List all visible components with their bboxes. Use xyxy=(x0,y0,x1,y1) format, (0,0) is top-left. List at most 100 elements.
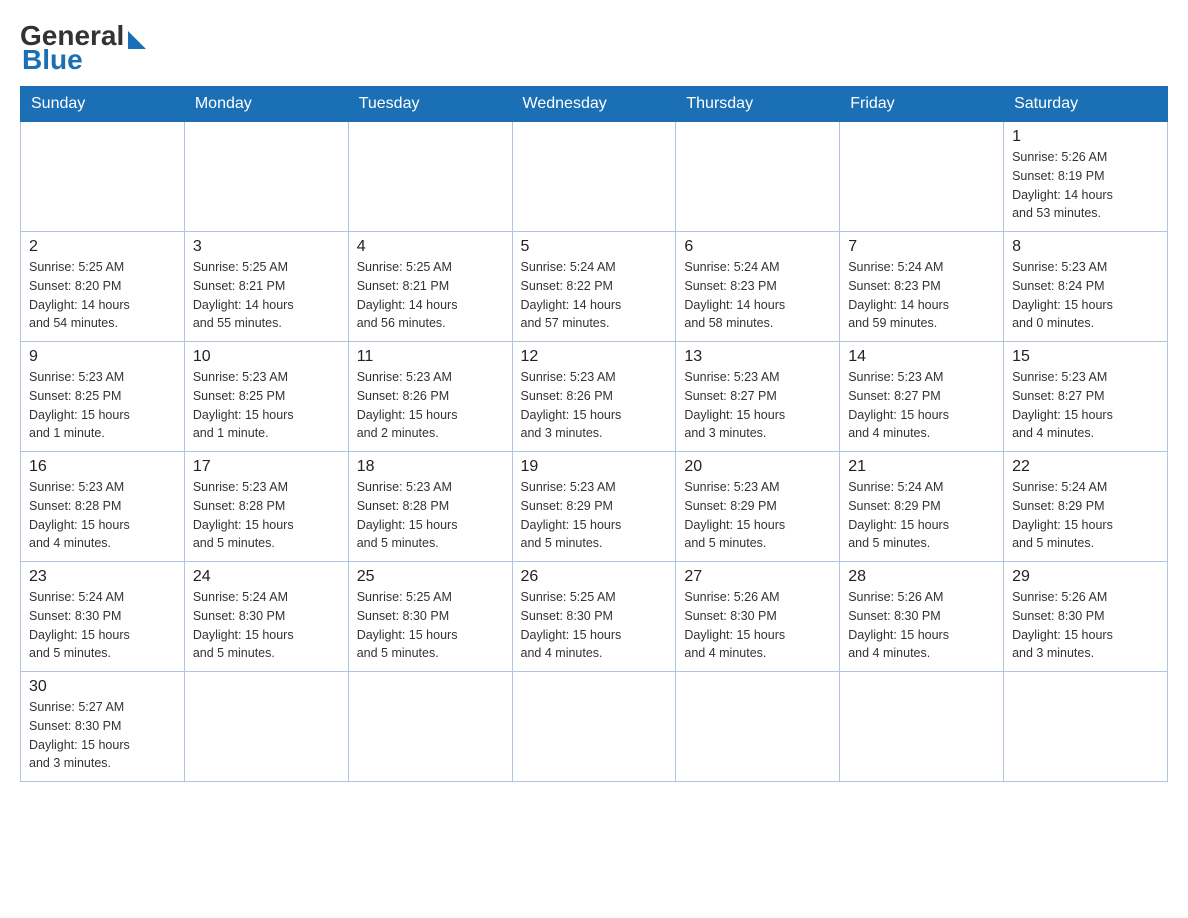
day-number: 6 xyxy=(684,238,831,256)
day-info: Sunrise: 5:24 AM Sunset: 8:30 PM Dayligh… xyxy=(193,588,340,663)
day-info: Sunrise: 5:25 AM Sunset: 8:30 PM Dayligh… xyxy=(357,588,504,663)
calendar-cell: 13 Sunrise: 5:23 AM Sunset: 8:27 PM Dayli… xyxy=(676,342,840,452)
calendar-cell: 24 Sunrise: 5:24 AM Sunset: 8:30 PM Dayli… xyxy=(184,562,348,672)
calendar-cell: 29Sunrise: 5:26 AM Sunset: 8:30 PM Dayli… xyxy=(1004,562,1168,672)
calendar-cell: 20 Sunrise: 5:23 AM Sunset: 8:29 PM Dayli… xyxy=(676,452,840,562)
day-number: 22 xyxy=(1012,458,1159,476)
day-number: 11 xyxy=(357,348,504,366)
weekday-header-saturday: Saturday xyxy=(1004,87,1168,122)
day-number: 7 xyxy=(848,238,995,256)
calendar-cell: 3 Sunrise: 5:25 AM Sunset: 8:21 PM Daylig… xyxy=(184,232,348,342)
calendar-cell xyxy=(1004,672,1168,782)
calendar-cell xyxy=(840,122,1004,232)
day-number: 30 xyxy=(29,678,176,696)
day-number: 3 xyxy=(193,238,340,256)
day-number: 19 xyxy=(521,458,668,476)
weekday-header-tuesday: Tuesday xyxy=(348,87,512,122)
day-info: Sunrise: 5:24 AM Sunset: 8:29 PM Dayligh… xyxy=(1012,478,1159,553)
day-number: 27 xyxy=(684,568,831,586)
day-number: 29 xyxy=(1012,568,1159,586)
day-number: 9 xyxy=(29,348,176,366)
day-number: 1 xyxy=(1012,128,1159,146)
calendar-cell: 23 Sunrise: 5:24 AM Sunset: 8:30 PM Dayli… xyxy=(21,562,185,672)
day-info: Sunrise: 5:24 AM Sunset: 8:22 PM Dayligh… xyxy=(521,258,668,333)
calendar-week-row: 9 Sunrise: 5:23 AM Sunset: 8:25 PM Daylig… xyxy=(21,342,1168,452)
calendar-cell: 11 Sunrise: 5:23 AM Sunset: 8:26 PM Dayli… xyxy=(348,342,512,452)
calendar-cell: 19Sunrise: 5:23 AM Sunset: 8:29 PM Dayli… xyxy=(512,452,676,562)
day-number: 4 xyxy=(357,238,504,256)
calendar-cell: 9 Sunrise: 5:23 AM Sunset: 8:25 PM Daylig… xyxy=(21,342,185,452)
logo: General Blue xyxy=(20,20,146,76)
calendar-cell xyxy=(676,122,840,232)
day-number: 25 xyxy=(357,568,504,586)
day-number: 14 xyxy=(848,348,995,366)
day-info: Sunrise: 5:24 AM Sunset: 8:29 PM Dayligh… xyxy=(848,478,995,553)
day-number: 23 xyxy=(29,568,176,586)
day-info: Sunrise: 5:23 AM Sunset: 8:27 PM Dayligh… xyxy=(684,368,831,443)
weekday-header-monday: Monday xyxy=(184,87,348,122)
calendar-cell xyxy=(348,672,512,782)
day-info: Sunrise: 5:23 AM Sunset: 8:25 PM Dayligh… xyxy=(29,368,176,443)
day-number: 12 xyxy=(521,348,668,366)
calendar-week-row: 2 Sunrise: 5:25 AM Sunset: 8:20 PM Daylig… xyxy=(21,232,1168,342)
day-number: 20 xyxy=(684,458,831,476)
day-info: Sunrise: 5:23 AM Sunset: 8:29 PM Dayligh… xyxy=(684,478,831,553)
calendar-table: SundayMondayTuesdayWednesdayThursdayFrid… xyxy=(20,86,1168,782)
calendar-cell: 5 Sunrise: 5:24 AM Sunset: 8:22 PM Daylig… xyxy=(512,232,676,342)
calendar-cell: 10Sunrise: 5:23 AM Sunset: 8:25 PM Dayli… xyxy=(184,342,348,452)
day-number: 28 xyxy=(848,568,995,586)
weekday-header-thursday: Thursday xyxy=(676,87,840,122)
day-number: 21 xyxy=(848,458,995,476)
day-info: Sunrise: 5:25 AM Sunset: 8:21 PM Dayligh… xyxy=(357,258,504,333)
day-number: 17 xyxy=(193,458,340,476)
day-number: 15 xyxy=(1012,348,1159,366)
day-info: Sunrise: 5:25 AM Sunset: 8:20 PM Dayligh… xyxy=(29,258,176,333)
calendar-cell xyxy=(512,672,676,782)
calendar-cell: 6Sunrise: 5:24 AM Sunset: 8:23 PM Daylig… xyxy=(676,232,840,342)
calendar-cell: 7 Sunrise: 5:24 AM Sunset: 8:23 PM Daylig… xyxy=(840,232,1004,342)
calendar-week-row: 16 Sunrise: 5:23 AM Sunset: 8:28 PM Dayli… xyxy=(21,452,1168,562)
day-info: Sunrise: 5:23 AM Sunset: 8:28 PM Dayligh… xyxy=(357,478,504,553)
calendar-cell: 1 Sunrise: 5:26 AM Sunset: 8:19 PM Daylig… xyxy=(1004,122,1168,232)
calendar-cell: 26Sunrise: 5:25 AM Sunset: 8:30 PM Dayli… xyxy=(512,562,676,672)
calendar-cell: 22 Sunrise: 5:24 AM Sunset: 8:29 PM Dayli… xyxy=(1004,452,1168,562)
weekday-header-friday: Friday xyxy=(840,87,1004,122)
day-info: Sunrise: 5:26 AM Sunset: 8:30 PM Dayligh… xyxy=(684,588,831,663)
calendar-cell: 17Sunrise: 5:23 AM Sunset: 8:28 PM Dayli… xyxy=(184,452,348,562)
day-info: Sunrise: 5:23 AM Sunset: 8:27 PM Dayligh… xyxy=(848,368,995,443)
day-info: Sunrise: 5:23 AM Sunset: 8:28 PM Dayligh… xyxy=(29,478,176,553)
calendar-cell: 21 Sunrise: 5:24 AM Sunset: 8:29 PM Dayli… xyxy=(840,452,1004,562)
calendar-week-row: 1 Sunrise: 5:26 AM Sunset: 8:19 PM Daylig… xyxy=(21,122,1168,232)
day-number: 13 xyxy=(684,348,831,366)
day-info: Sunrise: 5:23 AM Sunset: 8:26 PM Dayligh… xyxy=(521,368,668,443)
day-number: 2 xyxy=(29,238,176,256)
weekday-header-sunday: Sunday xyxy=(21,87,185,122)
calendar-cell: 18 Sunrise: 5:23 AM Sunset: 8:28 PM Dayli… xyxy=(348,452,512,562)
logo-blue-text: Blue xyxy=(22,44,83,76)
calendar-cell xyxy=(348,122,512,232)
calendar-cell: 12 Sunrise: 5:23 AM Sunset: 8:26 PM Dayli… xyxy=(512,342,676,452)
day-info: Sunrise: 5:25 AM Sunset: 8:21 PM Dayligh… xyxy=(193,258,340,333)
day-number: 24 xyxy=(193,568,340,586)
calendar-cell xyxy=(676,672,840,782)
day-info: Sunrise: 5:23 AM Sunset: 8:24 PM Dayligh… xyxy=(1012,258,1159,333)
day-info: Sunrise: 5:23 AM Sunset: 8:27 PM Dayligh… xyxy=(1012,368,1159,443)
weekday-header-wednesday: Wednesday xyxy=(512,87,676,122)
calendar-cell: 15 Sunrise: 5:23 AM Sunset: 8:27 PM Dayli… xyxy=(1004,342,1168,452)
day-number: 18 xyxy=(357,458,504,476)
day-info: Sunrise: 5:23 AM Sunset: 8:26 PM Dayligh… xyxy=(357,368,504,443)
day-number: 16 xyxy=(29,458,176,476)
calendar-cell xyxy=(184,672,348,782)
day-number: 8 xyxy=(1012,238,1159,256)
weekday-header-row: SundayMondayTuesdayWednesdayThursdayFrid… xyxy=(21,87,1168,122)
day-info: Sunrise: 5:24 AM Sunset: 8:30 PM Dayligh… xyxy=(29,588,176,663)
page-header: General Blue xyxy=(20,20,1168,76)
day-info: Sunrise: 5:23 AM Sunset: 8:25 PM Dayligh… xyxy=(193,368,340,443)
day-info: Sunrise: 5:24 AM Sunset: 8:23 PM Dayligh… xyxy=(848,258,995,333)
day-info: Sunrise: 5:26 AM Sunset: 8:19 PM Dayligh… xyxy=(1012,148,1159,223)
calendar-cell: 14 Sunrise: 5:23 AM Sunset: 8:27 PM Dayli… xyxy=(840,342,1004,452)
calendar-cell: 16 Sunrise: 5:23 AM Sunset: 8:28 PM Dayli… xyxy=(21,452,185,562)
calendar-cell: 25 Sunrise: 5:25 AM Sunset: 8:30 PM Dayli… xyxy=(348,562,512,672)
calendar-cell xyxy=(840,672,1004,782)
day-number: 5 xyxy=(521,238,668,256)
